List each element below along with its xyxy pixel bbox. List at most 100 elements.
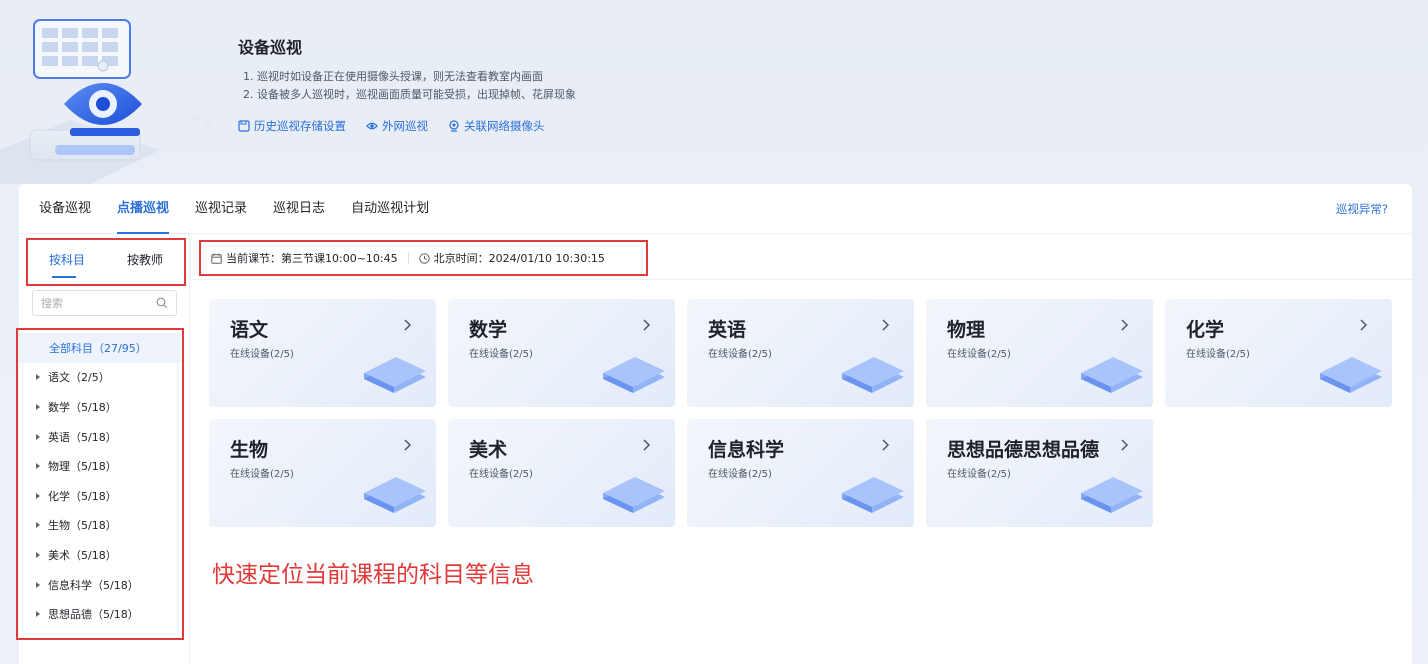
subject-name: 信息科学 [708,439,785,461]
online-devices: 在线设备(2/5) [708,469,772,480]
subject-card[interactable]: 美术 在线设备(2/5) [448,419,675,527]
link-label: 历史巡视存储设置 [254,119,346,133]
beijing-time-text: 北京时间：2024/01/10 10:30:15 [433,252,605,265]
chevron-right-icon[interactable] [1119,318,1131,332]
tree-item-label: 信息科学（5/18） [48,578,139,592]
tree-item-label: 化学（5/18） [48,489,117,503]
patrol-eye-illustration [0,19,212,184]
caret-right-icon[interactable] [36,463,40,470]
subtab-by-subject[interactable]: 按科目 [28,240,106,284]
subject-tree: 全部科目（27/95） 语文（2/5） 数学（5/18） 英语（5/18） 物理… [16,328,184,640]
caret-right-icon[interactable] [36,611,40,618]
book-stack-icon [842,477,904,513]
chevron-right-icon[interactable] [641,318,653,332]
sidebar: 按科目 按教师 全部科目（27/95） 语文（2/5） 数学（5/18） 英语（… [16,234,190,664]
caret-right-icon[interactable] [36,551,40,558]
tab-on-demand-patrol[interactable]: 点播巡视 [117,184,170,234]
subject-card[interactable]: 语文 在线设备(2/5) [209,299,436,407]
tree-item-all-subjects[interactable]: 全部科目（27/95） [19,333,181,363]
tree-item[interactable]: 物理（5/18） [19,451,181,481]
calendar-icon [211,253,222,264]
linked-camera-link[interactable]: 关联网络摄像头 [448,118,545,134]
online-devices: 在线设备(2/5) [1186,349,1250,360]
tree-item-label: 英语（5/18） [48,430,117,444]
tree-item[interactable]: 语文（2/5） [19,363,181,393]
online-devices: 在线设备(2/5) [947,349,1011,360]
search-icon[interactable] [156,297,168,309]
caret-right-icon[interactable] [36,374,40,381]
subject-name: 美术 [469,439,508,461]
subject-name: 生物 [230,439,269,461]
subject-name: 化学 [1186,319,1225,341]
chevron-right-icon[interactable] [880,438,892,452]
subject-card[interactable]: 物理 在线设备(2/5) [926,299,1153,407]
tree-item[interactable]: 数学（5/18） [19,392,181,422]
caret-right-icon[interactable] [36,522,40,529]
caret-right-icon[interactable] [36,492,40,499]
search-input[interactable] [41,296,151,310]
link-label: 外网巡视 [382,119,428,133]
subject-teacher-switch: 按科目 按教师 [26,238,186,286]
book-stack-icon [603,357,665,393]
tab-patrol-log[interactable]: 巡视日志 [273,184,325,234]
link-label: 关联网络摄像头 [464,119,545,133]
tab-device-patrol[interactable]: 设备巡视 [39,184,91,234]
subject-card[interactable]: 思想品德思想品德 在线设备(2/5) [926,419,1153,527]
subject-card[interactable]: 生物 在线设备(2/5) [209,419,436,527]
tree-item-label: 数学（5/18） [48,400,117,414]
save-icon [238,120,250,132]
current-lesson-text: 当前课节：第三节课10:00~10:45 [226,252,398,265]
subject-name: 语文 [230,319,269,341]
subject-name: 英语 [708,319,747,341]
caret-right-icon[interactable] [36,581,40,588]
subject-name: 数学 [469,319,508,341]
chevron-right-icon[interactable] [880,318,892,332]
tab-patrol-records[interactable]: 巡视记录 [195,184,247,234]
tab-auto-patrol-plan[interactable]: 自动巡视计划 [351,184,429,234]
book-stack-icon [1320,357,1382,393]
tree-item[interactable]: 美术（5/18） [19,540,181,570]
tree-item-label: 语文（2/5） [48,371,110,385]
book-stack-icon [603,477,665,513]
patrol-abnormal-link[interactable]: 巡视异常? [1336,201,1388,217]
subject-card[interactable]: 化学 在线设备(2/5) [1165,299,1392,407]
chevron-right-icon[interactable] [1119,438,1131,452]
tree-item[interactable]: 思想品德（5/18） [19,599,181,629]
history-storage-settings-link[interactable]: 历史巡视存储设置 [238,118,346,134]
online-devices: 在线设备(2/5) [230,349,294,360]
book-stack-icon [842,357,904,393]
chevron-right-icon[interactable] [1358,318,1370,332]
banner-tip: 1. 巡视时如设备正在使用摄像头授课，则无法查看教室内画面 [243,70,543,83]
tree-item-label: 全部科目（27/95） [49,341,147,355]
chevron-right-icon[interactable] [641,438,653,452]
tree-item-label: 美术（5/18） [48,548,117,562]
online-devices: 在线设备(2/5) [469,349,533,360]
tree-item-label: 生物（5/18） [48,519,117,533]
caret-right-icon[interactable] [36,403,40,410]
caret-right-icon[interactable] [36,433,40,440]
tree-item[interactable]: 英语（5/18） [19,422,181,452]
book-stack-icon [364,477,426,513]
subject-card[interactable]: 英语 在线设备(2/5) [687,299,914,407]
online-devices: 在线设备(2/5) [708,349,772,360]
book-stack-icon [1081,357,1143,393]
external-patrol-link[interactable]: 外网巡视 [366,118,428,134]
tree-item[interactable]: 信息科学（5/18） [19,570,181,600]
tree-item-label: 思想品德（5/18） [48,608,139,622]
camera-icon [449,120,459,132]
subject-card[interactable]: 数学 在线设备(2/5) [448,299,675,407]
subject-card[interactable]: 信息科学 在线设备(2/5) [687,419,914,527]
book-stack-icon [1081,477,1143,513]
tree-item[interactable]: 化学（5/18） [19,481,181,511]
search-box [32,290,177,316]
tree-item[interactable]: 生物（5/18） [19,511,181,541]
subtab-by-teacher[interactable]: 按教师 [106,240,184,284]
subject-name: 物理 [947,319,986,341]
banner-title: 设备巡视 [238,38,303,57]
chevron-right-icon[interactable] [402,438,414,452]
top-tabs: 设备巡视 点播巡视 巡视记录 巡视日志 自动巡视计划 巡视异常? [19,184,1412,234]
lesson-info-bar: 当前课节：第三节课10:00~10:45 北京时间：2024/01/10 10:… [199,240,648,276]
chevron-right-icon[interactable] [402,318,414,332]
online-devices: 在线设备(2/5) [469,469,533,480]
book-stack-icon [364,357,426,393]
